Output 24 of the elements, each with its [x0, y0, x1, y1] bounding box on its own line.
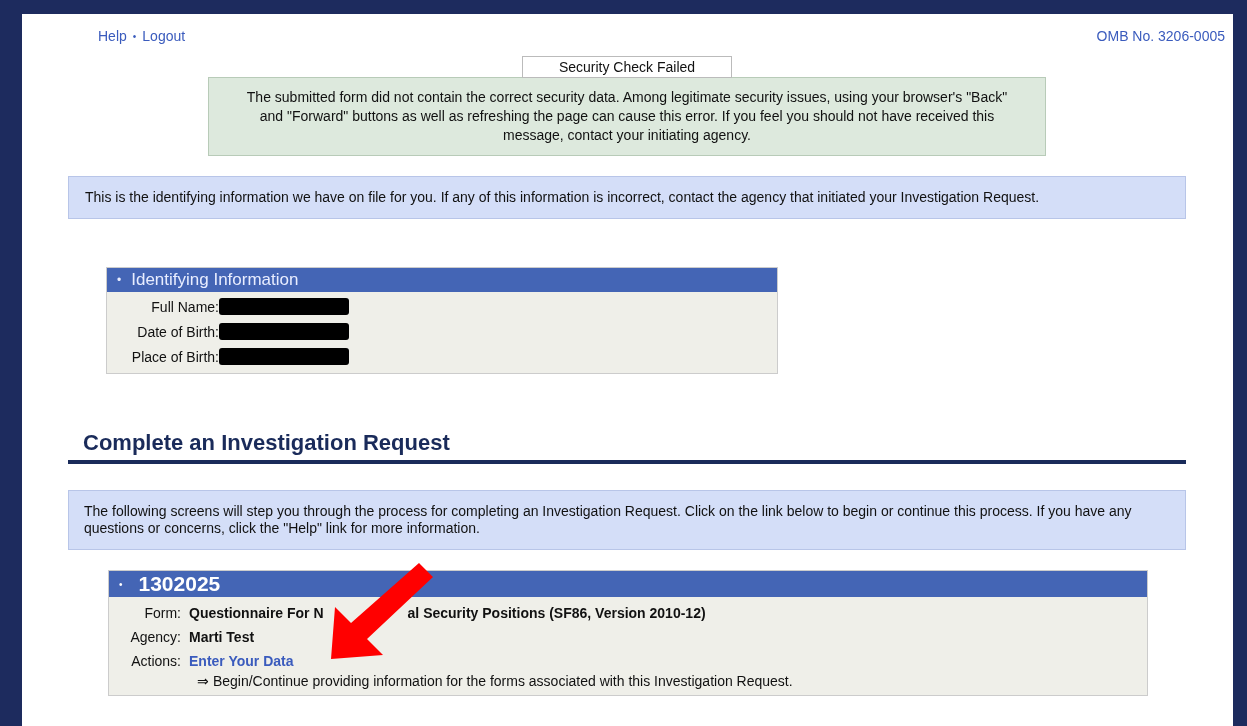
field-label: Agency: [129, 629, 181, 645]
field-label: Date of Birth: [136, 323, 219, 340]
alert-message: The submitted form did not contain the correct security data. Among legitimate security issues, using your browser's "Back" and "Forward" buttons as well as refreshing the page can cause this error. If you feel you should not have received this message, contact your initiating agency. [245, 88, 1009, 145]
nav-link[interactable]: Help [98, 28, 127, 44]
field-label: Form: [143, 605, 181, 621]
separator-dot: • [132, 30, 137, 42]
action-description: ⇒ Begin/Continue providing information for the forms associated with this Investigation Request. [196, 673, 794, 689]
info-notice-text: This is the identifying information we have on file for you. If any of this information is incorrect, contact the agency that initiated your Investigation Request. [85, 189, 1041, 206]
bullet-icon: • [117, 273, 122, 287]
form-name: al Security Positions (SF86, Version 2010-12) [407, 605, 706, 621]
card-title: Identifying Information [131, 270, 299, 290]
request-number: 1302025 [138, 572, 221, 596]
enter-data-link[interactable]: Enter Your Data [189, 653, 294, 669]
alert-title: Security Check Failed [521, 56, 733, 78]
agency-name: Marti Test [189, 629, 255, 645]
bullet-icon: • [119, 578, 123, 590]
form-name: Questionnaire For N [189, 605, 324, 621]
field-label: Place of Birth: [130, 348, 219, 365]
section-heading: Complete an Investigation Request [68, 430, 1186, 464]
nav-link[interactable]: Logout [142, 28, 186, 44]
field-label: Actions: [130, 653, 181, 669]
omb-number: OMB No. 3206-0005 [1096, 28, 1225, 44]
instructions-text: The following screens will step you through the process for completing an Investigation Request. Click on the link below to begin or continue this process. If you have any questions or concerns, click the "Help" link for more information. [84, 503, 1133, 537]
field-label: Full Name: [150, 298, 219, 315]
